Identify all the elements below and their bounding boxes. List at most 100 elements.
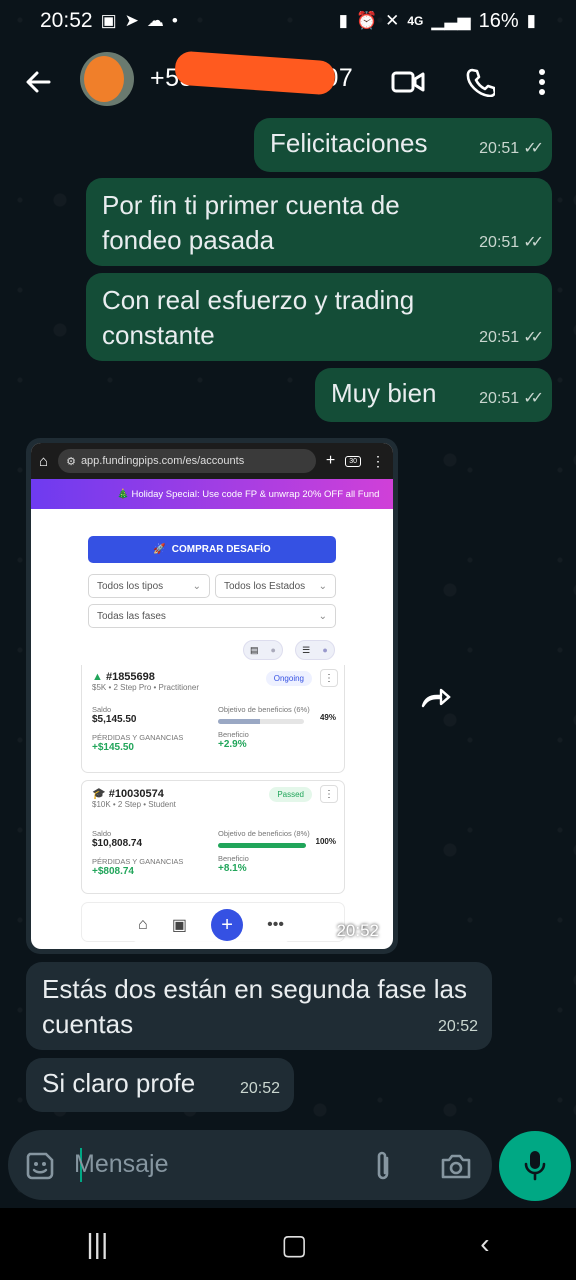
chat-screen: 20:52 ▣ ➤ ☁ • ▮ ⏰ ✕ 4G ▁▃▅ 16% ▮ +55 35 … xyxy=(0,0,576,1280)
mute-icon: ✕ xyxy=(385,11,400,30)
avatar[interactable] xyxy=(80,52,134,106)
pnl-label: PÉRDIDAS Y GANANCIAS xyxy=(92,733,184,742)
account-icon: ▲ xyxy=(92,671,103,683)
recent-apps-icon[interactable]: ||| xyxy=(86,1228,108,1260)
phase-filter: Todas las fases ⌄ xyxy=(88,604,336,628)
message-text: Muy bien xyxy=(331,378,437,408)
message-time: 20:51 xyxy=(479,234,520,251)
briefcase-icon: ▣ xyxy=(171,917,187,934)
profit-target-progress xyxy=(218,843,306,848)
account-id: #10030574 xyxy=(108,788,164,800)
rocket-icon: 🚀 xyxy=(153,544,166,555)
system-nav-bar: ||| ▢ ‹ xyxy=(0,1208,576,1280)
read-ticks-icon: ✓✓ xyxy=(523,329,544,346)
profit-label: Beneficio xyxy=(218,730,249,739)
attach-icon[interactable] xyxy=(368,1148,398,1184)
home-icon: ⌂ xyxy=(39,452,49,470)
home-nav-icon: ⌂ xyxy=(138,916,148,933)
voice-message-button[interactable] xyxy=(499,1131,571,1201)
graduation-cap-icon: 🎓 xyxy=(92,788,106,800)
message-text: Estás dos están en segunda fase las cuen… xyxy=(42,974,467,1039)
toggle-dot-icon: ● xyxy=(322,645,328,655)
list-view-toggle: ☰ ● xyxy=(295,640,335,660)
type-filter: Todos los tipos ⌄ xyxy=(88,574,210,598)
battery-percent: 16% xyxy=(478,9,519,32)
pnl-label: PÉRDIDAS Y GANANCIAS xyxy=(92,857,184,866)
read-ticks-icon: ✓✓ xyxy=(523,390,544,407)
message-text: Por fin ti primer cuenta de fondeo pasad… xyxy=(102,190,400,255)
message-bubble-outgoing[interactable]: Con real esfuerzo y trading constante 20… xyxy=(86,273,552,361)
read-ticks-icon: ✓✓ xyxy=(523,140,544,157)
message-time: 20:51 xyxy=(479,140,520,157)
pnl-value: +$808.74 xyxy=(92,866,134,877)
home-button-icon[interactable]: ▢ xyxy=(281,1228,307,1261)
balance-value: $5,145.50 xyxy=(92,714,137,725)
pnl-value: +$145.50 xyxy=(92,742,134,753)
site-settings-icon: ⚙ xyxy=(66,455,76,468)
message-bubble-outgoing[interactable]: Felicitaciones 20:51 ✓✓ xyxy=(254,118,552,172)
buy-challenge-button: 🚀 COMPRAR DESAFÍO xyxy=(88,536,336,563)
shared-screenshot[interactable]: ⌂ ⚙ app.fundingpips.com/es/accounts + 30 … xyxy=(31,443,393,949)
state-filter: Todos los Estados ⌄ xyxy=(215,574,336,598)
profit-target-progress xyxy=(218,719,304,724)
message-bubble-outgoing[interactable]: Muy bien 20:51 ✓✓ xyxy=(315,368,552,422)
add-icon: + xyxy=(211,909,244,941)
phase-filter-label: Todas las fases xyxy=(97,610,166,622)
more-icon: ••• xyxy=(267,916,284,933)
message-time: 20:52 xyxy=(437,1018,478,1035)
image-message[interactable]: ⌂ ⚙ app.fundingpips.com/es/accounts + 30 … xyxy=(26,438,398,954)
back-arrow-icon[interactable] xyxy=(18,62,58,102)
chevron-down-icon: ⌄ xyxy=(192,580,201,592)
message-bubble-outgoing[interactable]: Por fin ti primer cuenta de fondeo pasad… xyxy=(86,178,552,266)
read-ticks-icon: ✓✓ xyxy=(523,234,544,251)
video-call-icon[interactable] xyxy=(386,62,430,102)
message-time: 20:52 xyxy=(239,1080,280,1097)
message-text: Si claro profe xyxy=(42,1068,196,1098)
status-time: 20:52 xyxy=(40,9,93,32)
more-options-icon[interactable] xyxy=(528,62,556,102)
sticker-icon[interactable] xyxy=(22,1148,58,1184)
toggle-dot-icon: ● xyxy=(270,645,276,655)
dot-icon: • xyxy=(171,11,178,30)
telegram-notification-icon: ➤ xyxy=(124,11,139,30)
gallery-notification-icon: ▣ xyxy=(100,11,117,30)
message-time: 20:52 xyxy=(336,921,379,940)
network-type: 4G xyxy=(407,14,424,28)
status-badge: Ongoing xyxy=(265,671,312,686)
profit-target-percent: 100% xyxy=(315,837,336,846)
system-back-icon[interactable]: ‹ xyxy=(480,1228,489,1260)
account-menu-icon: ⋮ xyxy=(320,785,338,803)
state-filter-label: Todos los Estados xyxy=(224,580,306,592)
battery-saver-icon: ▮ xyxy=(338,11,348,30)
message-composer[interactable]: Mensaje xyxy=(8,1130,492,1200)
forward-icon[interactable] xyxy=(410,674,460,720)
chevron-down-icon: ⌄ xyxy=(318,610,327,622)
message-text: Con real esfuerzo y trading constante xyxy=(102,285,415,350)
message-bubble-incoming[interactable]: Estás dos están en segunda fase las cuen… xyxy=(26,962,492,1050)
list-icon: ☰ xyxy=(302,644,311,655)
camera-icon[interactable] xyxy=(438,1148,474,1184)
message-bubble-incoming[interactable]: Si claro profe 20:52 xyxy=(26,1058,294,1112)
new-tab-icon: + xyxy=(325,452,336,469)
account-card: ▲ #1855698 $5K • 2 Step Pro • Practition… xyxy=(81,665,345,773)
battery-icon: ▮ xyxy=(526,11,536,30)
phone-call-icon[interactable] xyxy=(460,62,500,102)
grid-view-toggle: ▤ ● xyxy=(243,640,283,660)
browser-menu-icon: ⋮ xyxy=(371,452,385,469)
message-text: Felicitaciones xyxy=(270,128,428,158)
app-bottom-nav: ⌂ ▣ + ••• xyxy=(126,905,296,945)
account-card: 🎓 #10030574 $10K • 2 Step • Student Pass… xyxy=(81,780,345,894)
status-badge: Passed xyxy=(269,787,312,802)
alarm-icon: ⏰ xyxy=(355,11,378,30)
status-bar: 20:52 ▣ ➤ ☁ • ▮ ⏰ ✕ 4G ▁▃▅ 16% ▮ xyxy=(0,0,576,42)
account-id: #1855698 xyxy=(105,671,155,683)
buy-challenge-label: COMPRAR DESAFÍO xyxy=(171,544,271,555)
profit-target-label: Objetivo de beneficios (6%) xyxy=(218,705,310,714)
message-time: 20:51 xyxy=(479,390,520,407)
tabs-count-icon: 30 xyxy=(345,455,361,467)
balance-label: Saldo xyxy=(92,829,112,838)
signal-icon: ▁▃▅ xyxy=(431,11,471,30)
chat-header: +55 35 99 4 5107 xyxy=(0,42,576,122)
message-input[interactable]: Mensaje xyxy=(74,1150,169,1179)
profit-value: +2.9% xyxy=(218,739,247,750)
